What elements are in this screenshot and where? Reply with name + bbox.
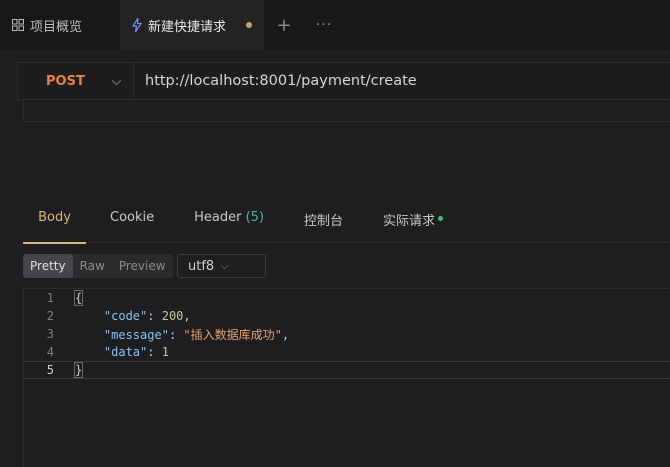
- close-brace: }: [73, 362, 84, 378]
- status-dot-icon: [438, 216, 444, 221]
- code-text: {: [73, 290, 84, 306]
- request-url-bar: POST ⌵ http://localhost:8001/payment/cre…: [17, 62, 670, 100]
- tab-project-overview[interactable]: 项目概览: [0, 0, 120, 50]
- raw-button[interactable]: Raw: [73, 254, 112, 278]
- tab-body[interactable]: Body: [23, 200, 86, 244]
- preview-button[interactable]: Preview: [112, 254, 173, 278]
- new-tab-button[interactable]: +: [264, 0, 304, 50]
- method-label: POST: [46, 73, 85, 89]
- code-text: "message": "插入数据库成功",: [103, 327, 290, 342]
- tab-bar: 项目概览 新建快捷请求 + ···: [0, 0, 670, 50]
- code-text: }: [73, 362, 84, 378]
- json-value: 200: [161, 309, 184, 323]
- line-number: 3: [46, 327, 54, 341]
- url-input[interactable]: http://localhost:8001/payment/create: [134, 73, 417, 89]
- code-line: 5 }: [24, 361, 670, 379]
- response-tabs: Body Cookie Header (5) 控制台 实际请求: [23, 200, 670, 244]
- request-params-area: [23, 100, 670, 122]
- encoding-label: utf8: [188, 258, 215, 274]
- code-text: "code": 200,: [103, 309, 191, 323]
- line-number: 1: [46, 291, 54, 305]
- line-number: 2: [46, 309, 54, 323]
- tab-new-quick-request[interactable]: 新建快捷请求: [120, 0, 264, 50]
- json-key: "message": [103, 327, 169, 342]
- tab-new-quick-request-label: 新建快捷请求: [148, 19, 227, 35]
- code-text: "data": 1: [103, 345, 169, 359]
- tab-project-overview-label: 项目概览: [30, 19, 83, 35]
- view-mode-toggle: Pretty Raw Preview: [23, 254, 173, 278]
- tab-actual-request[interactable]: 实际请求: [383, 200, 444, 243]
- chevron-down-icon: ⌵: [111, 74, 121, 88]
- response-body-viewer[interactable]: 1 { 2 "code": 200, 3 "message": "插入数据库成功…: [23, 288, 670, 467]
- tab-header-label: Header: [194, 210, 242, 225]
- tab-cookie[interactable]: Cookie: [110, 200, 154, 243]
- tab-header[interactable]: Header (5): [194, 200, 264, 243]
- unsaved-dot-icon: [246, 22, 252, 28]
- json-key: "data": [103, 345, 148, 359]
- tab-console[interactable]: 控制台: [304, 200, 343, 243]
- json-value: 1: [161, 345, 169, 359]
- lightning-icon: [132, 18, 142, 32]
- method-select[interactable]: POST ⌵: [18, 63, 134, 99]
- pretty-button[interactable]: Pretty: [23, 254, 73, 278]
- chevron-down-icon: ⌵: [220, 259, 229, 272]
- open-brace: {: [73, 290, 84, 306]
- code-line: 2 "code": 200,: [24, 307, 670, 325]
- code-line: 3 "message": "插入数据库成功",: [24, 325, 670, 343]
- line-number: 5: [46, 363, 54, 377]
- grid-icon: [12, 19, 24, 31]
- line-number: 4: [46, 345, 54, 359]
- code-line: 4 "data": 1: [24, 343, 670, 361]
- code-line: 1 {: [24, 289, 670, 307]
- json-key: "code": [103, 309, 148, 323]
- more-tabs-button[interactable]: ···: [304, 0, 344, 50]
- json-value: "插入数据库成功": [183, 327, 282, 342]
- tab-actual-request-label: 实际请求: [383, 214, 436, 229]
- encoding-select[interactable]: utf8 ⌵: [177, 254, 266, 278]
- header-count-badge: (5): [245, 210, 265, 225]
